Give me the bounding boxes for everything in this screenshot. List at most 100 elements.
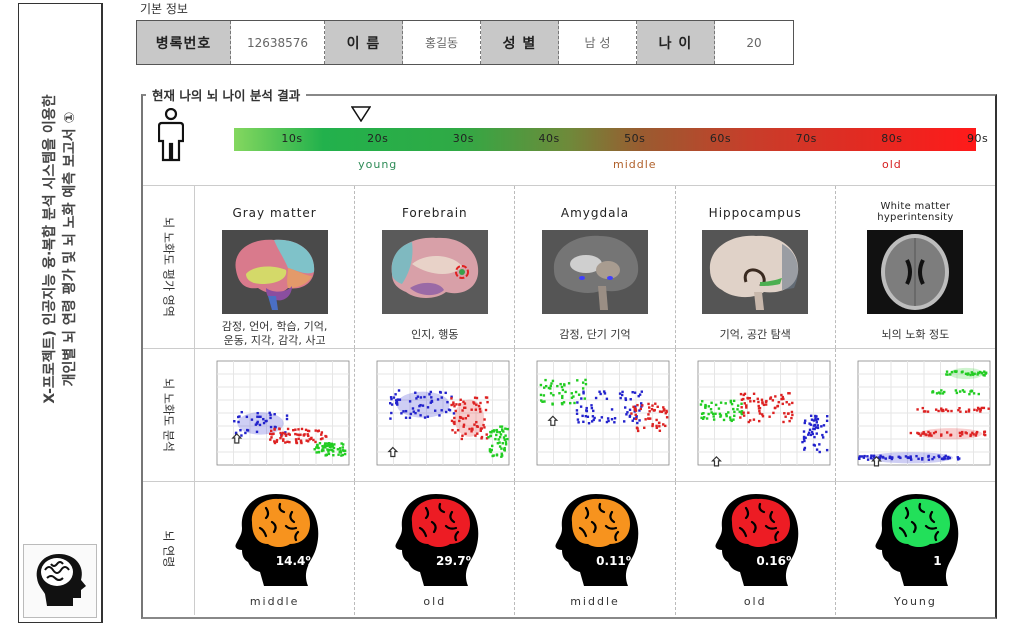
person-icon [157,107,185,166]
scatter-point-old [317,450,321,454]
scatter-point-middle [636,403,640,407]
scatter-point-middle [292,428,295,432]
scatter-point-old [561,385,564,389]
scatter-point-old [544,378,548,382]
scatter-point-young [585,414,588,418]
age-tick-90s: 90s [966,132,989,145]
scatter-point-young [639,393,642,396]
scatter-point-middle [278,427,281,430]
brain-age-value: 0.11% [596,554,638,568]
scatter-point-young [915,454,918,458]
scatter-plot-gray-matter [216,360,350,466]
scatter-point-young [611,418,614,421]
scatter-point-old [313,448,316,451]
scatter-point-young [598,390,602,393]
scatter-point-middle [752,418,755,421]
scatter-point-young [869,456,873,460]
scatter-point-middle [454,409,458,413]
scatter-point-young [438,414,441,417]
scatter-point-young [582,392,586,395]
scatter-point-young [396,398,400,401]
scatter-point-young [255,430,259,434]
scatter-point-middle [930,434,933,437]
result-title: 현재 나의 뇌 나이 분석 결과 [146,85,307,104]
scatter-point-old [504,434,508,437]
scatter-point-old [718,412,721,416]
scatter-point-old [323,443,327,447]
scatter-point-young [431,400,434,403]
scatter-point-middle [459,398,463,402]
scatter-point-middle [786,412,789,415]
scatter-point-middle [790,410,793,414]
scatter-point-old [570,392,574,395]
scatter-point-old [724,402,727,405]
scatter-point-young [814,415,818,418]
scatter-point-middle [454,431,457,434]
age-tick-60s: 60s [709,132,732,145]
report-title: X-프로젝트) 인공지능 융·복합 분석 시스템을 이용한 개인별 뇌 연령 평… [40,9,80,489]
scatter-point-middle [756,400,760,404]
gender-value: 남 성 [559,21,637,64]
region-desc: 인지, 행동 [411,328,459,341]
report-page: X-프로젝트) 인공지능 융·복합 분석 시스템을 이용한 개인별 뇌 연령 평… [0,0,1021,641]
scatter-point-middle [475,420,478,424]
row-label-analysis: 뇌 노화도 분석 [143,349,195,481]
scatter-point-young [389,417,392,420]
scatter-point-young [402,410,405,413]
brain-head-icon: 14.4% [230,492,320,587]
scatter-point-old [712,418,715,421]
age-tick-10s: 10s [281,132,303,145]
scatter-point-old [714,403,717,407]
scatter-point-young [815,432,818,435]
scatter-point-middle [471,427,474,430]
region-cell-forebrain: Forebrain 인지, 행동 [355,186,516,348]
scatter-point-middle [916,431,919,435]
scatter-point-middle [464,417,468,420]
brain-age-category: Young [893,595,937,608]
scatter-point-middle [974,434,977,437]
age-tick-40s: 40s [538,132,560,145]
scatter-point-old [324,446,327,449]
scatter-point-middle [474,408,478,411]
scatter-point-middle [659,429,662,432]
scatter-point-old [709,408,712,411]
scatter-point-middle [453,422,456,426]
scatter-point-middle [630,412,634,415]
scatter-point-young [619,392,622,395]
scatter-point-old [328,442,331,445]
scatter-point-middle [665,409,669,413]
scatter-point-middle [458,403,462,406]
scatter-point-middle [758,412,761,415]
scatter-point-old [961,389,964,392]
region-cell-white-matter: White matter hyperintensity 뇌의 노화 정도 [836,186,995,348]
scatter-point-old [972,392,976,395]
scatter-point-middle [782,412,786,415]
scatter-point-young [417,409,420,412]
scatter-point-middle [641,404,644,407]
scatter-point-old [499,425,502,428]
scatter-point-young [405,409,408,413]
brain-age-category: old [743,595,767,608]
scatter-point-middle [757,404,760,408]
brain-age-cell: 29.7% old [355,482,516,615]
scatter-point-middle [297,428,300,431]
brain-age-category: middle [249,595,300,608]
scatter-point-old [707,405,710,408]
scatter-point-middle [949,434,952,437]
scatter-point-old [713,412,717,415]
scatter-point-middle [946,409,950,413]
name-value: 홍길동 [403,21,481,64]
scatter-point-middle [658,421,661,425]
scatter-point-old [501,454,504,457]
scatter-point-young [634,391,637,394]
scatter-point-young [601,416,604,419]
scatter-point-young [582,420,585,424]
scatter-point-old [583,397,587,400]
scatter-point-middle [475,396,479,400]
scatter-point-old [498,441,501,444]
scatter-point-middle [294,428,297,431]
scatter-point-middle [453,405,456,408]
scatter-point-young [238,415,241,418]
scatter-point-young [576,412,579,415]
scatter-point-middle [934,430,937,434]
